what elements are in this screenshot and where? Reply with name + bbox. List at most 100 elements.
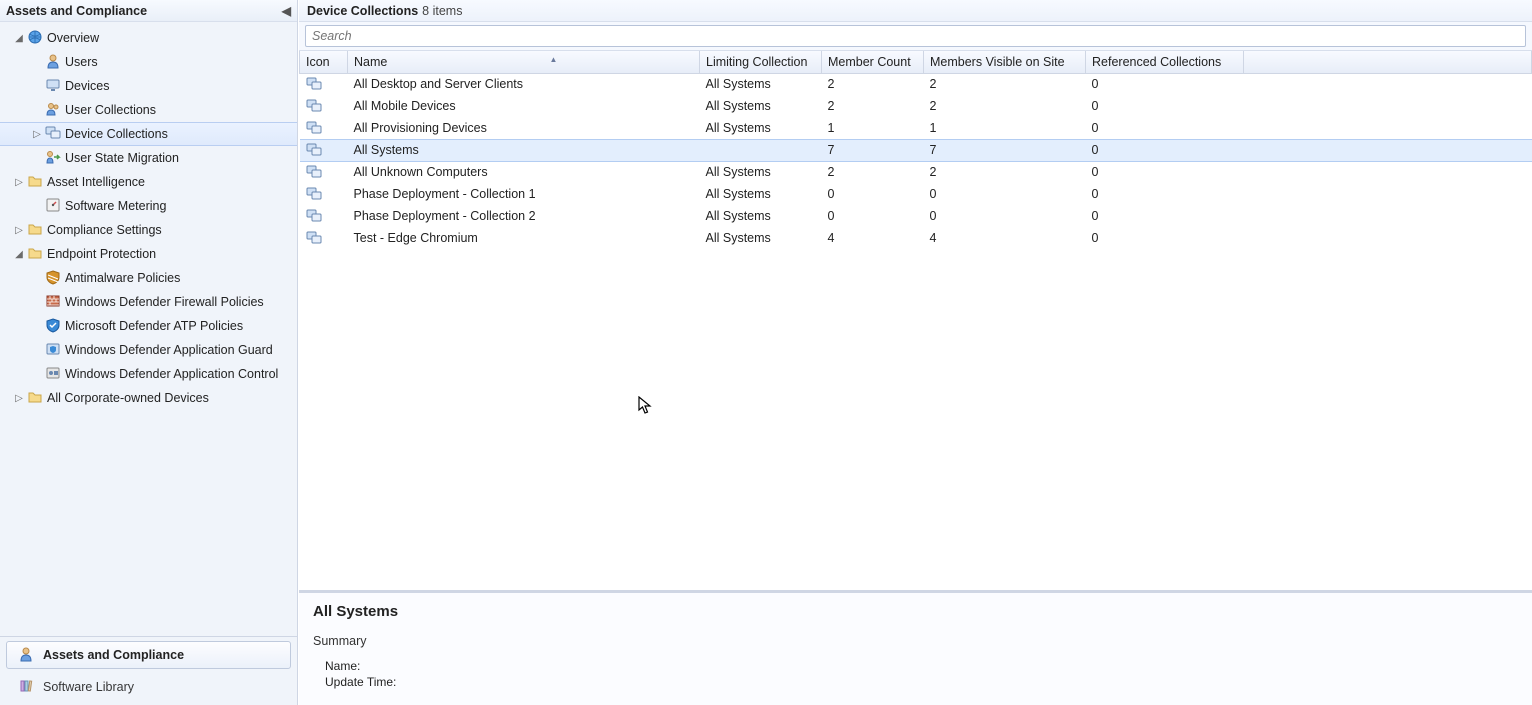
grid-area: Icon ▲Name Limiting Collection Member Count… — [299, 51, 1532, 591]
collections-grid: Icon ▲Name Limiting Collection Member Count… — [299, 51, 1532, 249]
column-label: Icon — [306, 55, 330, 69]
collection-icon — [306, 98, 322, 112]
search-row — [299, 22, 1532, 51]
column-header-limiting[interactable]: Limiting Collection — [700, 51, 822, 73]
cell-pad — [1244, 183, 1532, 205]
nav-panel: Assets and Compliance ◀ ◢ Overview Users De… — [0, 0, 298, 705]
nav-item-label: Windows Defender Application Guard — [65, 343, 273, 357]
nav-item-corp-devices[interactable]: ▷All Corporate-owned Devices — [0, 386, 297, 410]
devicegroup-icon — [44, 125, 62, 144]
table-row[interactable]: All Provisioning DevicesAll Systems110 — [300, 117, 1532, 139]
migrate-icon — [44, 149, 62, 168]
cell-pad — [1244, 205, 1532, 227]
column-label: Limiting Collection — [706, 55, 807, 69]
cell-visible: 0 — [924, 183, 1086, 205]
wunderbar: Assets and Compliance Software Library — [0, 636, 297, 705]
collection-icon — [306, 77, 322, 91]
nav-item-overview[interactable]: ◢ Overview — [0, 26, 297, 50]
cell-name: Phase Deployment - Collection 1 — [348, 183, 700, 205]
row-icon-cell — [300, 183, 348, 205]
nav-item-label: Compliance Settings — [47, 223, 162, 237]
row-icon-cell — [300, 73, 348, 95]
caret-collapsed-icon[interactable]: ▷ — [12, 393, 26, 404]
cell-visible: 2 — [924, 95, 1086, 117]
cell-pad — [1244, 227, 1532, 249]
table-row[interactable]: All Systems770 — [300, 139, 1532, 161]
details-field: Update Time: — [325, 674, 1518, 690]
cell-refs: 0 — [1086, 117, 1244, 139]
details-fields: Name: Update Time: — [313, 658, 1518, 690]
wunderbar-software-library[interactable]: Software Library — [6, 673, 291, 701]
nav-item-endpoint-protection[interactable]: ◢ Endpoint Protection — [0, 242, 297, 266]
nav-item-devices[interactable]: Devices — [0, 74, 297, 98]
table-row[interactable]: Phase Deployment - Collection 1All Syste… — [300, 183, 1532, 205]
table-row[interactable]: All Unknown ComputersAll Systems220 — [300, 161, 1532, 183]
cell-pad — [1244, 161, 1532, 183]
cell-name: All Desktop and Server Clients — [348, 73, 700, 95]
search-input[interactable] — [305, 25, 1526, 47]
column-header-icon[interactable]: Icon — [300, 51, 348, 73]
cell-name: All Systems — [348, 139, 700, 161]
nav-item-device-collections[interactable]: ▷ Device Collections — [0, 122, 297, 146]
cell-refs: 0 — [1086, 205, 1244, 227]
collapse-nav-icon[interactable]: ◀ — [282, 4, 291, 18]
nav-item-app-control[interactable]: Windows Defender Application Control — [0, 362, 297, 386]
nav-item-users[interactable]: Users — [0, 50, 297, 74]
main-panel: Device Collections 8 items Icon ▲Name Limi… — [298, 0, 1532, 705]
firewall-icon — [44, 293, 62, 312]
table-row[interactable]: All Desktop and Server ClientsAll System… — [300, 73, 1532, 95]
cell-limiting: All Systems — [700, 95, 822, 117]
nav-item-software-metering[interactable]: Software Metering — [0, 194, 297, 218]
caret-collapsed-icon[interactable]: ▷ — [12, 225, 26, 236]
column-header-members[interactable]: Member Count — [822, 51, 924, 73]
nav-item-label: User Collections — [65, 103, 156, 117]
column-header-pad[interactable] — [1244, 51, 1532, 73]
nav-item-user-state-migration[interactable]: User State Migration — [0, 146, 297, 170]
nav-item-label: Endpoint Protection — [47, 247, 156, 261]
folder-icon — [26, 221, 44, 240]
caret-collapsed-icon[interactable]: ▷ — [12, 177, 26, 188]
nav-item-user-collections[interactable]: User Collections — [0, 98, 297, 122]
cell-name: All Provisioning Devices — [348, 117, 700, 139]
nav-item-label: Windows Defender Application Control — [65, 367, 278, 381]
content-title: Device Collections — [307, 4, 418, 18]
caret-collapsed-icon[interactable]: ▷ — [30, 129, 44, 140]
content-header: Device Collections 8 items — [299, 0, 1532, 22]
cell-refs: 0 — [1086, 95, 1244, 117]
column-header-visible[interactable]: Members Visible on Site — [924, 51, 1086, 73]
nav-item-firewall-policies[interactable]: Windows Defender Firewall Policies — [0, 290, 297, 314]
row-icon-cell — [300, 161, 348, 183]
caret-expanded-icon[interactable]: ◢ — [12, 33, 26, 44]
collection-icon — [306, 230, 322, 244]
table-row[interactable]: Phase Deployment - Collection 2All Syste… — [300, 205, 1532, 227]
collection-icon — [306, 165, 322, 179]
column-label: Referenced Collections — [1092, 55, 1221, 69]
appcontrol-icon — [44, 365, 62, 384]
folder-icon — [26, 389, 44, 408]
cell-members: 1 — [822, 117, 924, 139]
column-header-name[interactable]: ▲Name — [348, 51, 700, 73]
cell-limiting: All Systems — [700, 161, 822, 183]
nav-item-label: Device Collections — [65, 127, 168, 141]
cell-limiting: All Systems — [700, 117, 822, 139]
nav-tree: ◢ Overview Users Devices User Collections ▷ De… — [0, 22, 297, 636]
table-row[interactable]: All Mobile DevicesAll Systems220 — [300, 95, 1532, 117]
nav-item-compliance-settings[interactable]: ▷ Compliance Settings — [0, 218, 297, 242]
globe-icon — [26, 29, 44, 48]
cell-name: All Unknown Computers — [348, 161, 700, 183]
field-label: Update Time: — [325, 675, 396, 689]
nav-item-antimalware-policies[interactable]: Antimalware Policies — [0, 266, 297, 290]
cell-pad — [1244, 139, 1532, 161]
table-row[interactable]: Test - Edge ChromiumAll Systems440 — [300, 227, 1532, 249]
nav-item-app-guard[interactable]: Windows Defender Application Guard — [0, 338, 297, 362]
column-header-refs[interactable]: Referenced Collections — [1086, 51, 1244, 73]
grid-header-row: Icon ▲Name Limiting Collection Member Count… — [300, 51, 1532, 73]
nav-item-label: Overview — [47, 31, 99, 45]
caret-expanded-icon[interactable]: ◢ — [12, 249, 26, 260]
nav-item-atp-policies[interactable]: Microsoft Defender ATP Policies — [0, 314, 297, 338]
wunderbar-assets-and-compliance[interactable]: Assets and Compliance — [6, 641, 291, 669]
nav-item-label: Devices — [65, 79, 109, 93]
column-label: Name — [354, 55, 387, 69]
nav-item-asset-intelligence[interactable]: ▷Asset Intelligence — [0, 170, 297, 194]
cell-refs: 0 — [1086, 73, 1244, 95]
